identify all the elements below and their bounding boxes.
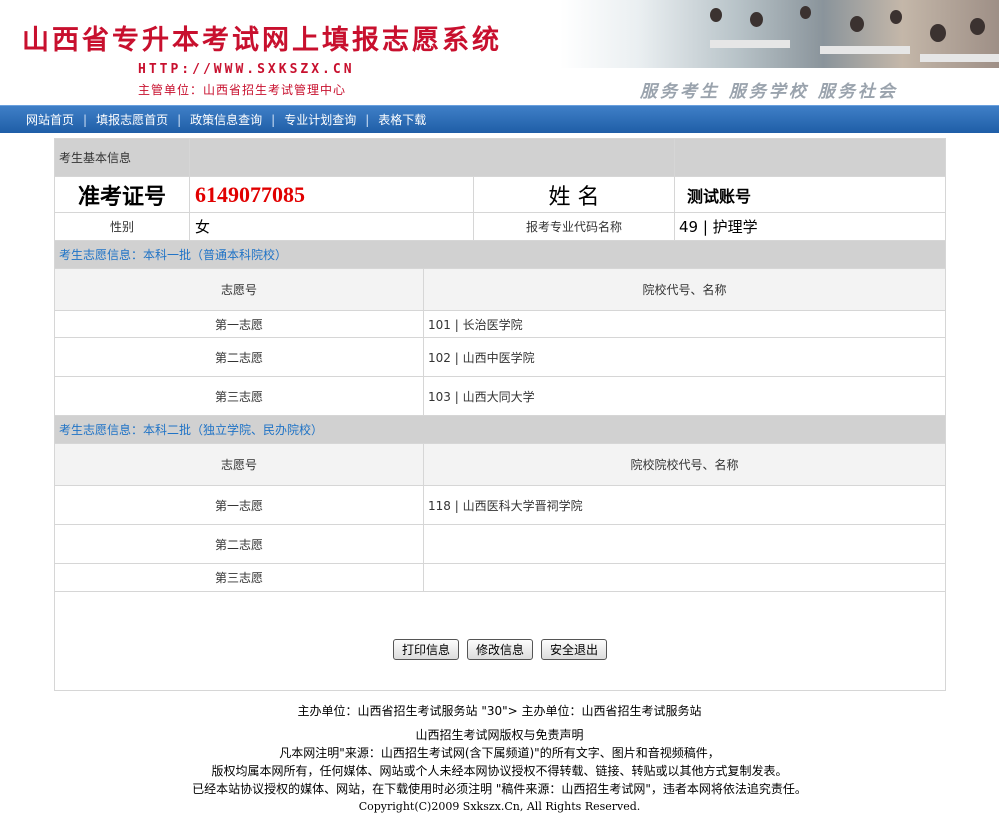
choice-label: 第二志愿 (55, 525, 424, 563)
major-label: 报考专业代码名称 (474, 213, 675, 240)
table-row: 第三志愿 103 | 山西大同大学 (55, 377, 945, 416)
batch2-title: 考生志愿信息：本科二批（独立学院、民办院校） (59, 423, 324, 437)
nav-policy-query[interactable]: 政策信息查询 (190, 111, 262, 128)
gender-major-row: 性别 女 报考专业代码名称 49 | 护理学 (55, 213, 945, 241)
batch2-col-choice: 志愿号 (55, 444, 424, 485)
footer-copyright: Copyright(C)2009 Sxkszx.Cn, All Rights R… (358, 800, 641, 813)
school-value (424, 564, 945, 591)
choice-label: 第二志愿 (55, 338, 424, 376)
name-label: 姓 名 (474, 177, 675, 212)
basic-info-title: 考生基本信息 (55, 139, 190, 176)
print-button[interactable]: 打印信息 (392, 639, 459, 660)
batch2-header-row: 考生志愿信息：本科二批（独立学院、民办院校） (55, 416, 945, 444)
gender-value: 女 (190, 213, 474, 240)
table-row: 第二志愿 102 | 山西中医学院 (55, 338, 945, 377)
main-nav: 网站首页 | 填报志愿首页 | 政策信息查询 | 专业计划查询 | 表格下载 (0, 105, 999, 133)
header-banner-photo (560, 0, 999, 68)
footer-disclaimer-line: 凡本网注明"来源：山西招生考试网(含下属频道)"的所有文字、图片和音视频稿件， (279, 746, 720, 760)
name-value: 测试账号 (687, 186, 752, 206)
application-info-table: 考生基本信息 准考证号 6149077085 姓 名 测试账号 性别 女 报考专… (54, 138, 946, 691)
footer-disclaimer-line: 版权均属本网所有，任何媒体、网站或个人未经本网协议授权不得转载、链接、转贴或以其… (211, 764, 788, 778)
site-footer: 主办单位：山西省招生考试服务站 "30"> 主办单位：山西省招生考试服务站 山西… (0, 702, 999, 816)
exam-name-row: 准考证号 6149077085 姓 名 测试账号 (55, 177, 945, 213)
site-header: 山西省专升本考试网上填报志愿系统 HTTP://WWW.SXKSZX.CN 主管… (0, 0, 999, 105)
batch1-title: 考生志愿信息：本科一批（普通本科院校） (59, 248, 288, 262)
basic-info-header-row: 考生基本信息 (55, 139, 945, 177)
nav-separator: | (83, 112, 88, 127)
table-row: 第三志愿 (55, 564, 945, 592)
nav-form-download[interactable]: 表格下载 (378, 111, 426, 128)
batch2-col-header-row: 志愿号 院校院校代号、名称 (55, 444, 945, 486)
exam-number-value: 6149077085 (190, 177, 474, 212)
action-buttons-row: 打印信息 修改信息 安全退出 (55, 592, 945, 690)
site-title: 山西省专升本考试网上填报志愿系统 (22, 25, 502, 56)
batch1-col-header-row: 志愿号 院校代号、名称 (55, 269, 945, 311)
school-value (424, 525, 945, 563)
batch1-col-choice: 志愿号 (55, 269, 424, 310)
site-url: HTTP://WWW.SXKSZX.CN (138, 62, 355, 77)
nav-plan-query[interactable]: 专业计划查询 (284, 111, 356, 128)
nav-application-home[interactable]: 填报志愿首页 (96, 111, 168, 128)
nav-separator: | (271, 112, 276, 127)
school-value: 101 | 长治医学院 (428, 317, 523, 332)
table-row: 第二志愿 (55, 525, 945, 564)
table-row: 第一志愿 118 | 山西医科大学晋祠学院 (55, 486, 945, 525)
nav-home[interactable]: 网站首页 (26, 111, 74, 128)
batch2-col-school: 院校院校代号、名称 (630, 458, 739, 472)
site-organizer: 主管单位：山西省招生考试管理中心 (138, 83, 347, 97)
batch1-header-row: 考生志愿信息：本科一批（普通本科院校） (55, 241, 945, 269)
footer-disclaimer-title[interactable]: 山西招生考试网版权与免责声明 (0, 726, 999, 744)
nav-separator: | (365, 112, 370, 127)
table-row: 第一志愿 101 | 长治医学院 (55, 311, 945, 338)
modify-button[interactable]: 修改信息 (466, 639, 533, 660)
batch1-col-school: 院校代号、名称 (642, 283, 727, 297)
choice-label: 第一志愿 (55, 311, 424, 337)
nav-separator: | (177, 112, 182, 127)
exam-number-label: 准考证号 (55, 177, 190, 212)
site-slogan: 服务考生 服务学校 服务社会 (640, 82, 898, 102)
choice-label: 第三志愿 (55, 564, 424, 591)
school-value: 102 | 山西中医学院 (428, 350, 535, 365)
footer-organizer: 主办单位：山西省招生考试服务站 "30"> 主办单位：山西省招生考试服务站 (297, 704, 702, 718)
major-value: 49 | 护理学 (679, 218, 758, 236)
footer-disclaimer-line: 已经本站协议授权的媒体、网站，在下载使用时必须注明 "稿件来源：山西招生考试网"… (192, 782, 807, 796)
choice-label: 第一志愿 (55, 486, 424, 524)
logout-button[interactable]: 安全退出 (541, 639, 608, 660)
choice-label: 第三志愿 (55, 377, 424, 415)
school-value: 118 | 山西医科大学晋祠学院 (428, 498, 583, 513)
gender-label: 性别 (55, 213, 190, 240)
school-value: 103 | 山西大同大学 (428, 389, 535, 404)
